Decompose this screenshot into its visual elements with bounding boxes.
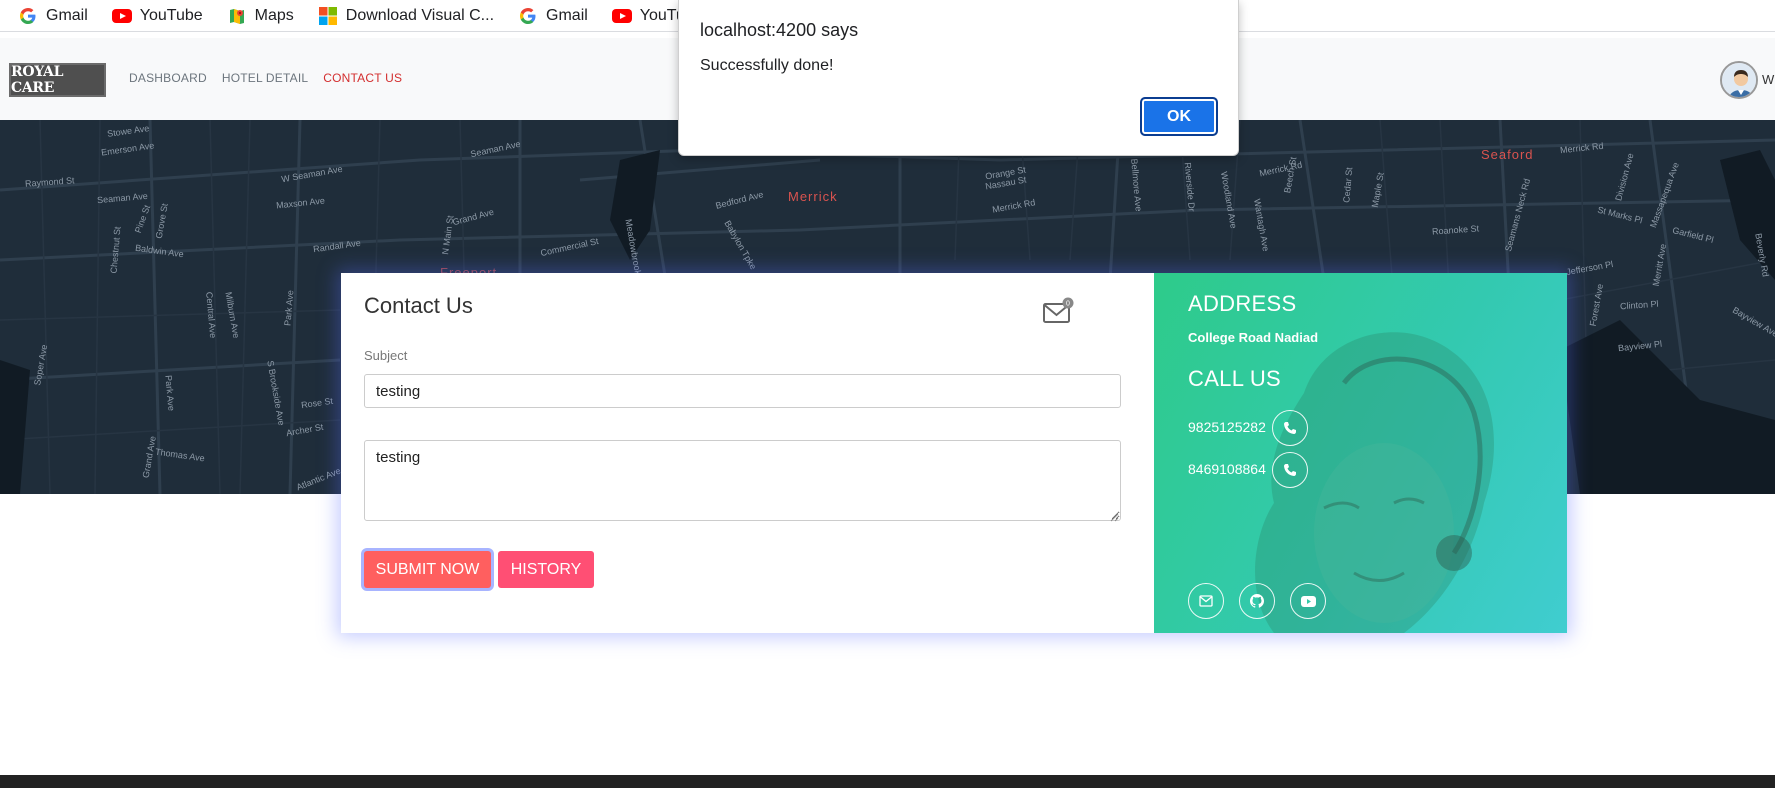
bookmark-gmail[interactable]: Gmail — [18, 6, 88, 26]
user-name[interactable]: W — [1762, 72, 1774, 87]
bookmark-gmail-2[interactable]: Gmail — [518, 6, 588, 26]
youtube-icon — [611, 6, 632, 26]
dialog-message: Successfully done! — [700, 57, 834, 74]
call-heading: CALL US — [1188, 366, 1281, 391]
nav-hotel-detail[interactable]: HOTEL DETAIL — [222, 71, 308, 85]
microsoft-icon — [318, 6, 338, 26]
youtube-icon — [111, 6, 132, 26]
bookmark-label: YouTube — [139, 6, 203, 24]
bookmark-download-visual[interactable]: Download Visual C... — [318, 6, 494, 26]
phone-number: 8469108864 — [1188, 461, 1266, 477]
message-textarea[interactable]: testing — [364, 440, 1121, 521]
subject-input[interactable] — [364, 374, 1121, 408]
support-person-image — [1255, 332, 1494, 633]
bookmark-label: Gmail — [46, 6, 88, 24]
page-title: Contact Us — [364, 293, 473, 318]
phone-icon[interactable] — [1272, 410, 1308, 446]
bookmark-maps[interactable]: Maps — [227, 6, 294, 26]
contact-info-panel: ADDRESS College Road Nadiad CALL US 9825… — [1154, 273, 1567, 633]
subject-label: Subject — [364, 348, 408, 363]
contact-card: Contact Us 0 Subject testing SUBMIT NOW … — [341, 273, 1567, 633]
google-icon — [518, 6, 538, 26]
bookmark-label: Maps — [254, 6, 294, 24]
bookmark-youtube[interactable]: YouTube — [111, 6, 203, 26]
youtube-icon[interactable] — [1290, 583, 1326, 619]
alert-dialog: localhost:4200 says Successfully done! O… — [678, 0, 1239, 156]
address-heading: ADDRESS — [1188, 291, 1297, 316]
address-text: College Road Nadiad — [1188, 330, 1319, 345]
nav-contact-us[interactable]: CONTACT US — [323, 71, 402, 85]
footer-bar — [0, 775, 1775, 788]
nav-dashboard[interactable]: DASHBOARD — [129, 71, 207, 85]
history-button[interactable]: HISTORY — [498, 551, 594, 588]
maps-icon — [227, 6, 247, 26]
mail-badge: 0 — [1066, 301, 1070, 308]
bookmark-label: Download Visual C... — [345, 6, 495, 24]
contact-form: Contact Us 0 Subject testing SUBMIT NOW … — [341, 273, 1154, 633]
ok-button[interactable]: OK — [1140, 97, 1218, 136]
nav-links: DASHBOARD HOTEL DETAIL CONTACT US — [129, 71, 417, 85]
google-icon — [18, 6, 38, 26]
phone-icon[interactable] — [1272, 452, 1308, 488]
bookmark-label: Gmail — [546, 6, 588, 24]
resize-grip-icon[interactable] — [1109, 509, 1119, 522]
mail-icon[interactable]: 0 — [1043, 297, 1074, 323]
dialog-title: localhost:4200 says — [700, 20, 859, 40]
avatar[interactable] — [1720, 61, 1758, 99]
mail-icon[interactable] — [1188, 583, 1224, 619]
brand-logo[interactable]: ROYAL CARE — [9, 63, 106, 97]
phone-number: 9825125282 — [1188, 419, 1266, 435]
github-icon[interactable] — [1239, 583, 1275, 619]
submit-button[interactable]: SUBMIT NOW — [364, 551, 491, 588]
map-town: Seaford — [1481, 147, 1534, 162]
map-town: Merrick — [788, 189, 838, 204]
